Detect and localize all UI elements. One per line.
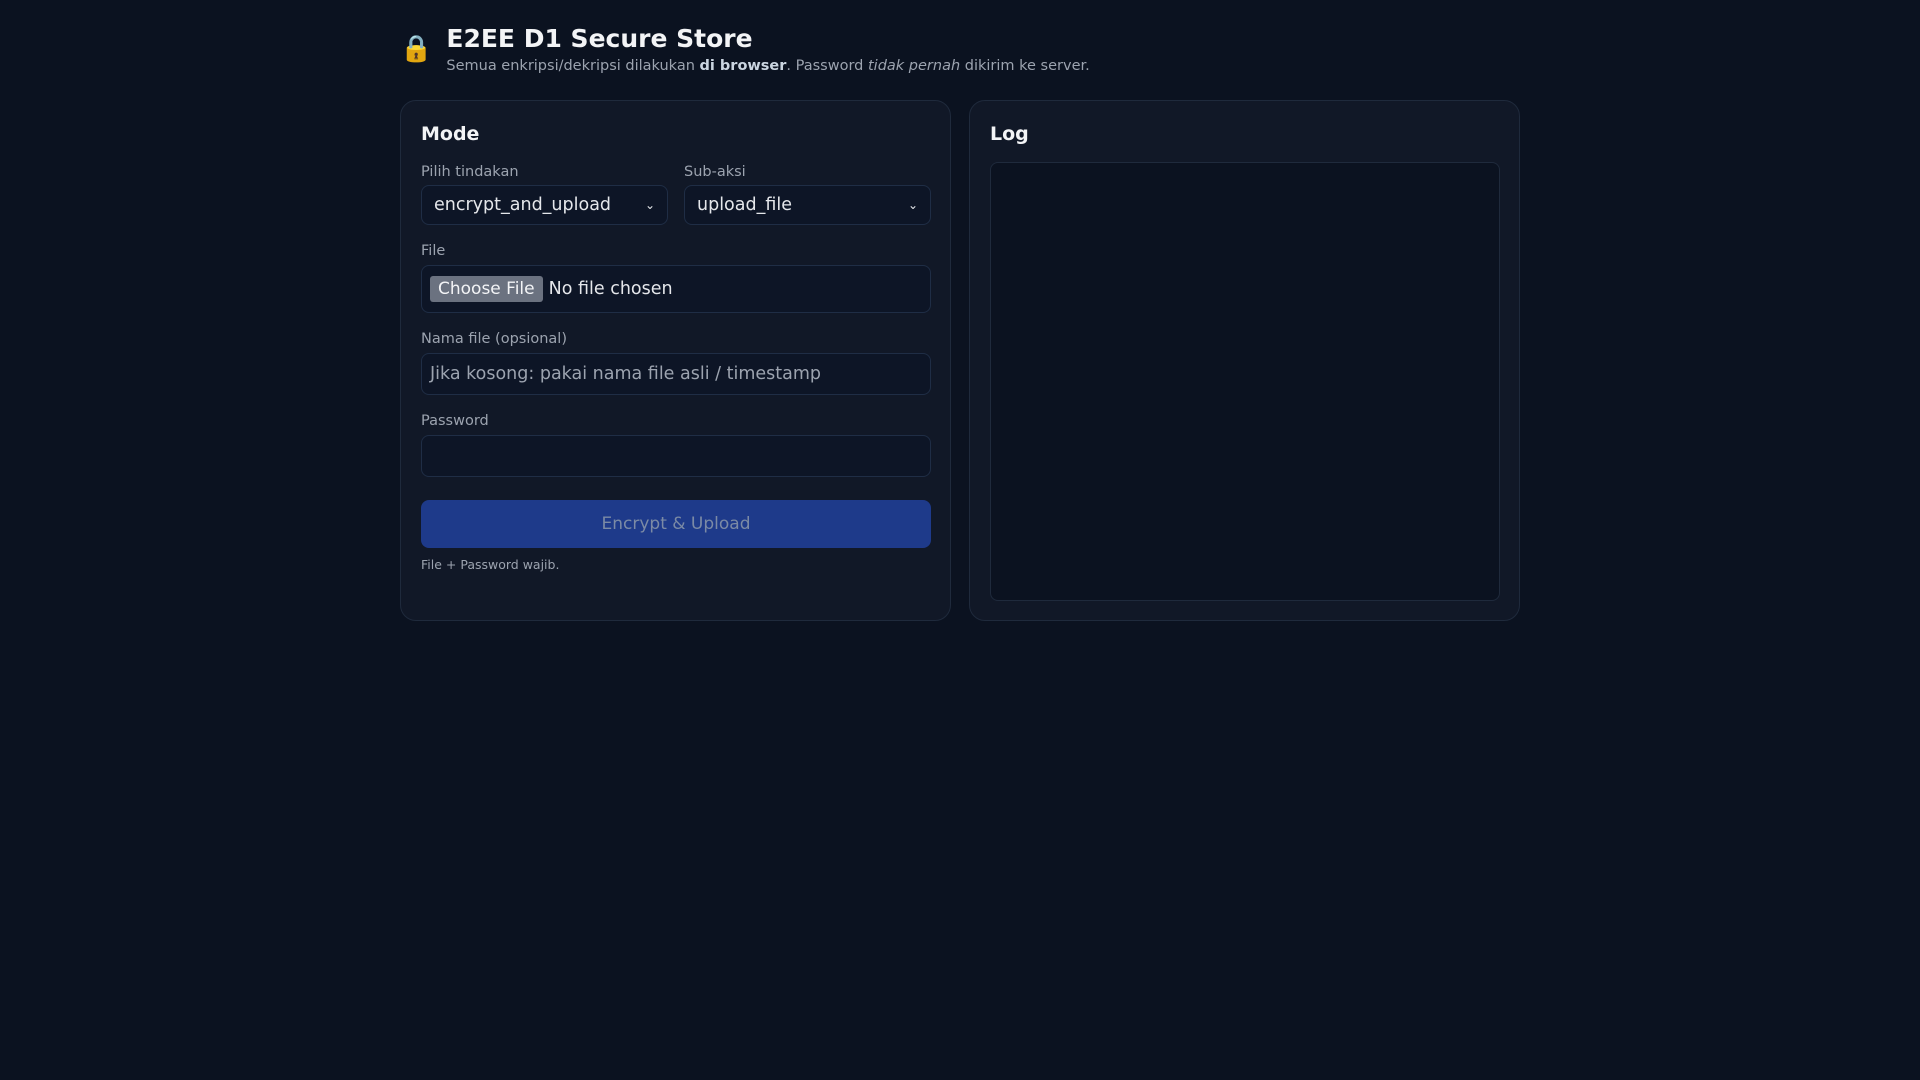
log-output[interactable] — [990, 162, 1500, 601]
password-label: Password — [421, 413, 489, 429]
subaction-select-value: upload_file — [697, 195, 793, 215]
log-panel: Log — [969, 100, 1520, 621]
lock-icon: 🔒 — [400, 34, 433, 64]
filename-placeholder: Jika kosong: pakai nama file asli / time… — [430, 364, 821, 384]
subaction-select[interactable]: upload_file ⌄ — [684, 185, 931, 225]
action-select-value: encrypt_and_upload — [434, 195, 612, 215]
page-header: 🔒 E2EE D1 Secure Store Semua enkripsi/de… — [400, 22, 1090, 74]
mode-panel: Mode Pilih tindakan encrypt_and_upload ⌄ … — [400, 100, 951, 621]
file-input[interactable]: Choose File No file chosen — [421, 265, 931, 313]
action-select[interactable]: encrypt_and_upload ⌄ — [421, 185, 668, 225]
file-status: No file chosen — [548, 279, 673, 299]
chevron-down-icon: ⌄ — [907, 198, 918, 212]
encrypt-upload-button[interactable]: Encrypt & Upload — [421, 500, 931, 548]
mode-heading: Mode — [421, 123, 480, 145]
choose-file-button[interactable]: Choose File — [430, 276, 543, 302]
log-heading: Log — [990, 123, 1029, 145]
page-subtitle: Semua enkripsi/dekripsi dilakukan di bro… — [446, 58, 1090, 74]
page-title: E2EE D1 Secure Store — [446, 24, 753, 53]
password-input[interactable] — [421, 435, 931, 477]
chevron-down-icon: ⌄ — [644, 198, 655, 212]
subaction-label: Sub-aksi — [684, 164, 746, 180]
action-label: Pilih tindakan — [421, 164, 519, 180]
file-label: File — [421, 243, 446, 259]
filename-label: Nama file (opsional) — [421, 331, 567, 347]
hint-text: File + Password wajib. — [421, 557, 560, 572]
filename-input[interactable]: Jika kosong: pakai nama file asli / time… — [421, 353, 931, 395]
